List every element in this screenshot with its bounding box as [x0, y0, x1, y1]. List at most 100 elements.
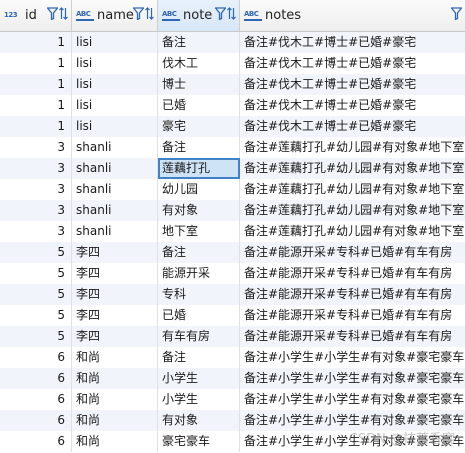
cell-id[interactable]: 6	[0, 347, 72, 368]
table-row[interactable]: 3 shanli 备注 备注#莲藕打孔#幼儿园#有对象#地下室	[0, 137, 465, 158]
cell-notes[interactable]: 备注#伐木工#博士#已婚#豪宅	[240, 53, 465, 74]
cell-note[interactable]: 备注	[158, 347, 240, 368]
table-row[interactable]: 6 和尚 备注 备注#小学生#小学生#有对象#豪宅豪车	[0, 347, 465, 368]
table-row[interactable]: 1 lisi 备注 备注#伐木工#博士#已婚#豪宅	[0, 32, 465, 53]
cell-id[interactable]: 5	[0, 263, 72, 284]
cell-name[interactable]: shanli	[72, 137, 158, 158]
cell-name[interactable]: 和尚	[72, 389, 158, 410]
cell-name[interactable]: lisi	[72, 116, 158, 137]
cell-notes[interactable]: 备注#莲藕打孔#幼儿园#有对象#地下室	[240, 200, 465, 221]
table-row[interactable]: 1 lisi 豪宅 备注#伐木工#博士#已婚#豪宅	[0, 116, 465, 137]
cell-note[interactable]: 博士	[158, 74, 240, 95]
table-row[interactable]: 5 李四 能源开采 备注#能源开采#专科#已婚#有车有房	[0, 263, 465, 284]
cell-note[interactable]: 备注	[158, 242, 240, 263]
cell-name[interactable]: shanli	[72, 221, 158, 242]
cell-notes[interactable]: 备注#伐木工#博士#已婚#豪宅	[240, 32, 465, 53]
cell-name[interactable]: 李四	[72, 263, 158, 284]
cell-name[interactable]: 和尚	[72, 410, 158, 431]
cell-note[interactable]: 小学生	[158, 368, 240, 389]
table-row[interactable]: 3 shanli 有对象 备注#莲藕打孔#幼儿园#有对象#地下室	[0, 200, 465, 221]
cell-name[interactable]: shanli	[72, 179, 158, 200]
cell-id[interactable]: 6	[0, 410, 72, 431]
cell-id[interactable]: 3	[0, 158, 72, 179]
cell-note[interactable]: 已婚	[158, 95, 240, 116]
cell-note[interactable]: 豪宅	[158, 116, 240, 137]
cell-name[interactable]: lisi	[72, 32, 158, 53]
table-row[interactable]: 1 lisi 博士 备注#伐木工#博士#已婚#豪宅	[0, 74, 465, 95]
cell-note[interactable]: 备注	[158, 137, 240, 158]
cell-id[interactable]: 1	[0, 74, 72, 95]
filter-icon[interactable]	[451, 7, 462, 20]
cell-id[interactable]: 1	[0, 53, 72, 74]
table-row[interactable]: 5 李四 专科 备注#能源开采#专科#已婚#有车有房	[0, 284, 465, 305]
table-row[interactable]: 6 和尚 小学生 备注#小学生#小学生#有对象#豪宅豪车	[0, 368, 465, 389]
table-row[interactable]: 3 shanli 幼儿园 备注#莲藕打孔#幼儿园#有对象#地下室	[0, 179, 465, 200]
cell-note[interactable]: 有对象	[158, 200, 240, 221]
cell-id[interactable]: 6	[0, 389, 72, 410]
cell-note[interactable]: 豪宅豪车	[158, 431, 240, 452]
cell-notes[interactable]: 备注#莲藕打孔#幼儿园#有对象#地下室	[240, 137, 465, 158]
cell-notes[interactable]: 备注#能源开采#专科#已婚#有车有房	[240, 305, 465, 326]
table-row[interactable]: 1 lisi 伐木工 备注#伐木工#博士#已婚#豪宅	[0, 53, 465, 74]
cell-name[interactable]: 和尚	[72, 431, 158, 452]
cell-note[interactable]: 小学生	[158, 389, 240, 410]
cell-name[interactable]: shanli	[72, 158, 158, 179]
cell-notes[interactable]: 备注#伐木工#博士#已婚#豪宅	[240, 74, 465, 95]
cell-notes[interactable]: 备注#莲藕打孔#幼儿园#有对象#地下室	[240, 158, 465, 179]
cell-name[interactable]: lisi	[72, 53, 158, 74]
cell-name[interactable]: 李四	[72, 242, 158, 263]
cell-notes[interactable]: 备注#能源开采#专科#已婚#有车有房	[240, 263, 465, 284]
cell-notes[interactable]: 备注#能源开采#专科#已婚#有车有房	[240, 284, 465, 305]
cell-note[interactable]: 地下室	[158, 221, 240, 242]
cell-note[interactable]: 专科	[158, 284, 240, 305]
cell-note[interactable]: 已婚	[158, 305, 240, 326]
table-row[interactable]: 5 李四 已婚 备注#能源开采#专科#已婚#有车有房	[0, 305, 465, 326]
cell-notes[interactable]: 备注#能源开采#专科#已婚#有车有房	[240, 242, 465, 263]
cell-notes[interactable]: 备注#伐木工#博士#已婚#豪宅	[240, 95, 465, 116]
cell-name[interactable]: lisi	[72, 74, 158, 95]
cell-notes[interactable]: 备注#莲藕打孔#幼儿园#有对象#地下室	[240, 179, 465, 200]
cell-id[interactable]: 6	[0, 368, 72, 389]
cell-notes[interactable]: 备注#小学生#小学生#有对象#豪宅豪车	[240, 347, 465, 368]
cell-id[interactable]: 3	[0, 200, 72, 221]
cell-name[interactable]: 李四	[72, 305, 158, 326]
cell-id[interactable]: 6	[0, 431, 72, 452]
sort-icon[interactable]	[59, 7, 68, 20]
cell-id[interactable]: 1	[0, 32, 72, 53]
column-header-notes[interactable]: ABC notes	[240, 0, 465, 31]
cell-notes[interactable]: 备注#能源开采#专科#已婚#有车有房	[240, 326, 465, 347]
cell-notes[interactable]: 备注#伐木工#博士#已婚#豪宅	[240, 116, 465, 137]
cell-name[interactable]: lisi	[72, 95, 158, 116]
cell-note[interactable]: 莲藕打孔	[158, 158, 240, 179]
cell-id[interactable]: 5	[0, 326, 72, 347]
cell-name[interactable]: 李四	[72, 326, 158, 347]
cell-name[interactable]: 和尚	[72, 347, 158, 368]
table-row[interactable]: 5 李四 备注 备注#能源开采#专科#已婚#有车有房	[0, 242, 465, 263]
cell-note[interactable]: 有对象	[158, 410, 240, 431]
cell-name[interactable]: 李四	[72, 284, 158, 305]
cell-id[interactable]: 3	[0, 179, 72, 200]
table-row[interactable]: 5 李四 有车有房 备注#能源开采#专科#已婚#有车有房	[0, 326, 465, 347]
cell-id[interactable]: 3	[0, 221, 72, 242]
cell-note[interactable]: 能源开采	[158, 263, 240, 284]
cell-id[interactable]: 1	[0, 116, 72, 137]
sort-icon[interactable]	[227, 7, 236, 20]
table-row[interactable]: 1 lisi 已婚 备注#伐木工#博士#已婚#豪宅	[0, 95, 465, 116]
column-header-note[interactable]: ABC note	[158, 0, 240, 31]
cell-id[interactable]: 5	[0, 242, 72, 263]
filter-icon[interactable]	[215, 7, 226, 20]
cell-note[interactable]: 幼儿园	[158, 179, 240, 200]
cell-notes[interactable]: 备注#小学生#小学生#有对象#豪宅豪车	[240, 368, 465, 389]
cell-notes[interactable]: 备注#小学生#小学生#有对象#豪宅豪车	[240, 389, 465, 410]
filter-icon[interactable]	[133, 7, 144, 20]
cell-notes[interactable]: 备注#莲藕打孔#幼儿园#有对象#地下室	[240, 221, 465, 242]
cell-id[interactable]: 5	[0, 305, 72, 326]
cell-id[interactable]: 3	[0, 137, 72, 158]
table-row[interactable]: 6 和尚 小学生 备注#小学生#小学生#有对象#豪宅豪车	[0, 389, 465, 410]
cell-name[interactable]: shanli	[72, 200, 158, 221]
filter-icon[interactable]	[47, 7, 58, 20]
column-header-id[interactable]: 123 id	[0, 0, 72, 31]
column-header-name[interactable]: ABC name	[72, 0, 158, 31]
cell-note[interactable]: 备注	[158, 32, 240, 53]
cell-id[interactable]: 5	[0, 284, 72, 305]
